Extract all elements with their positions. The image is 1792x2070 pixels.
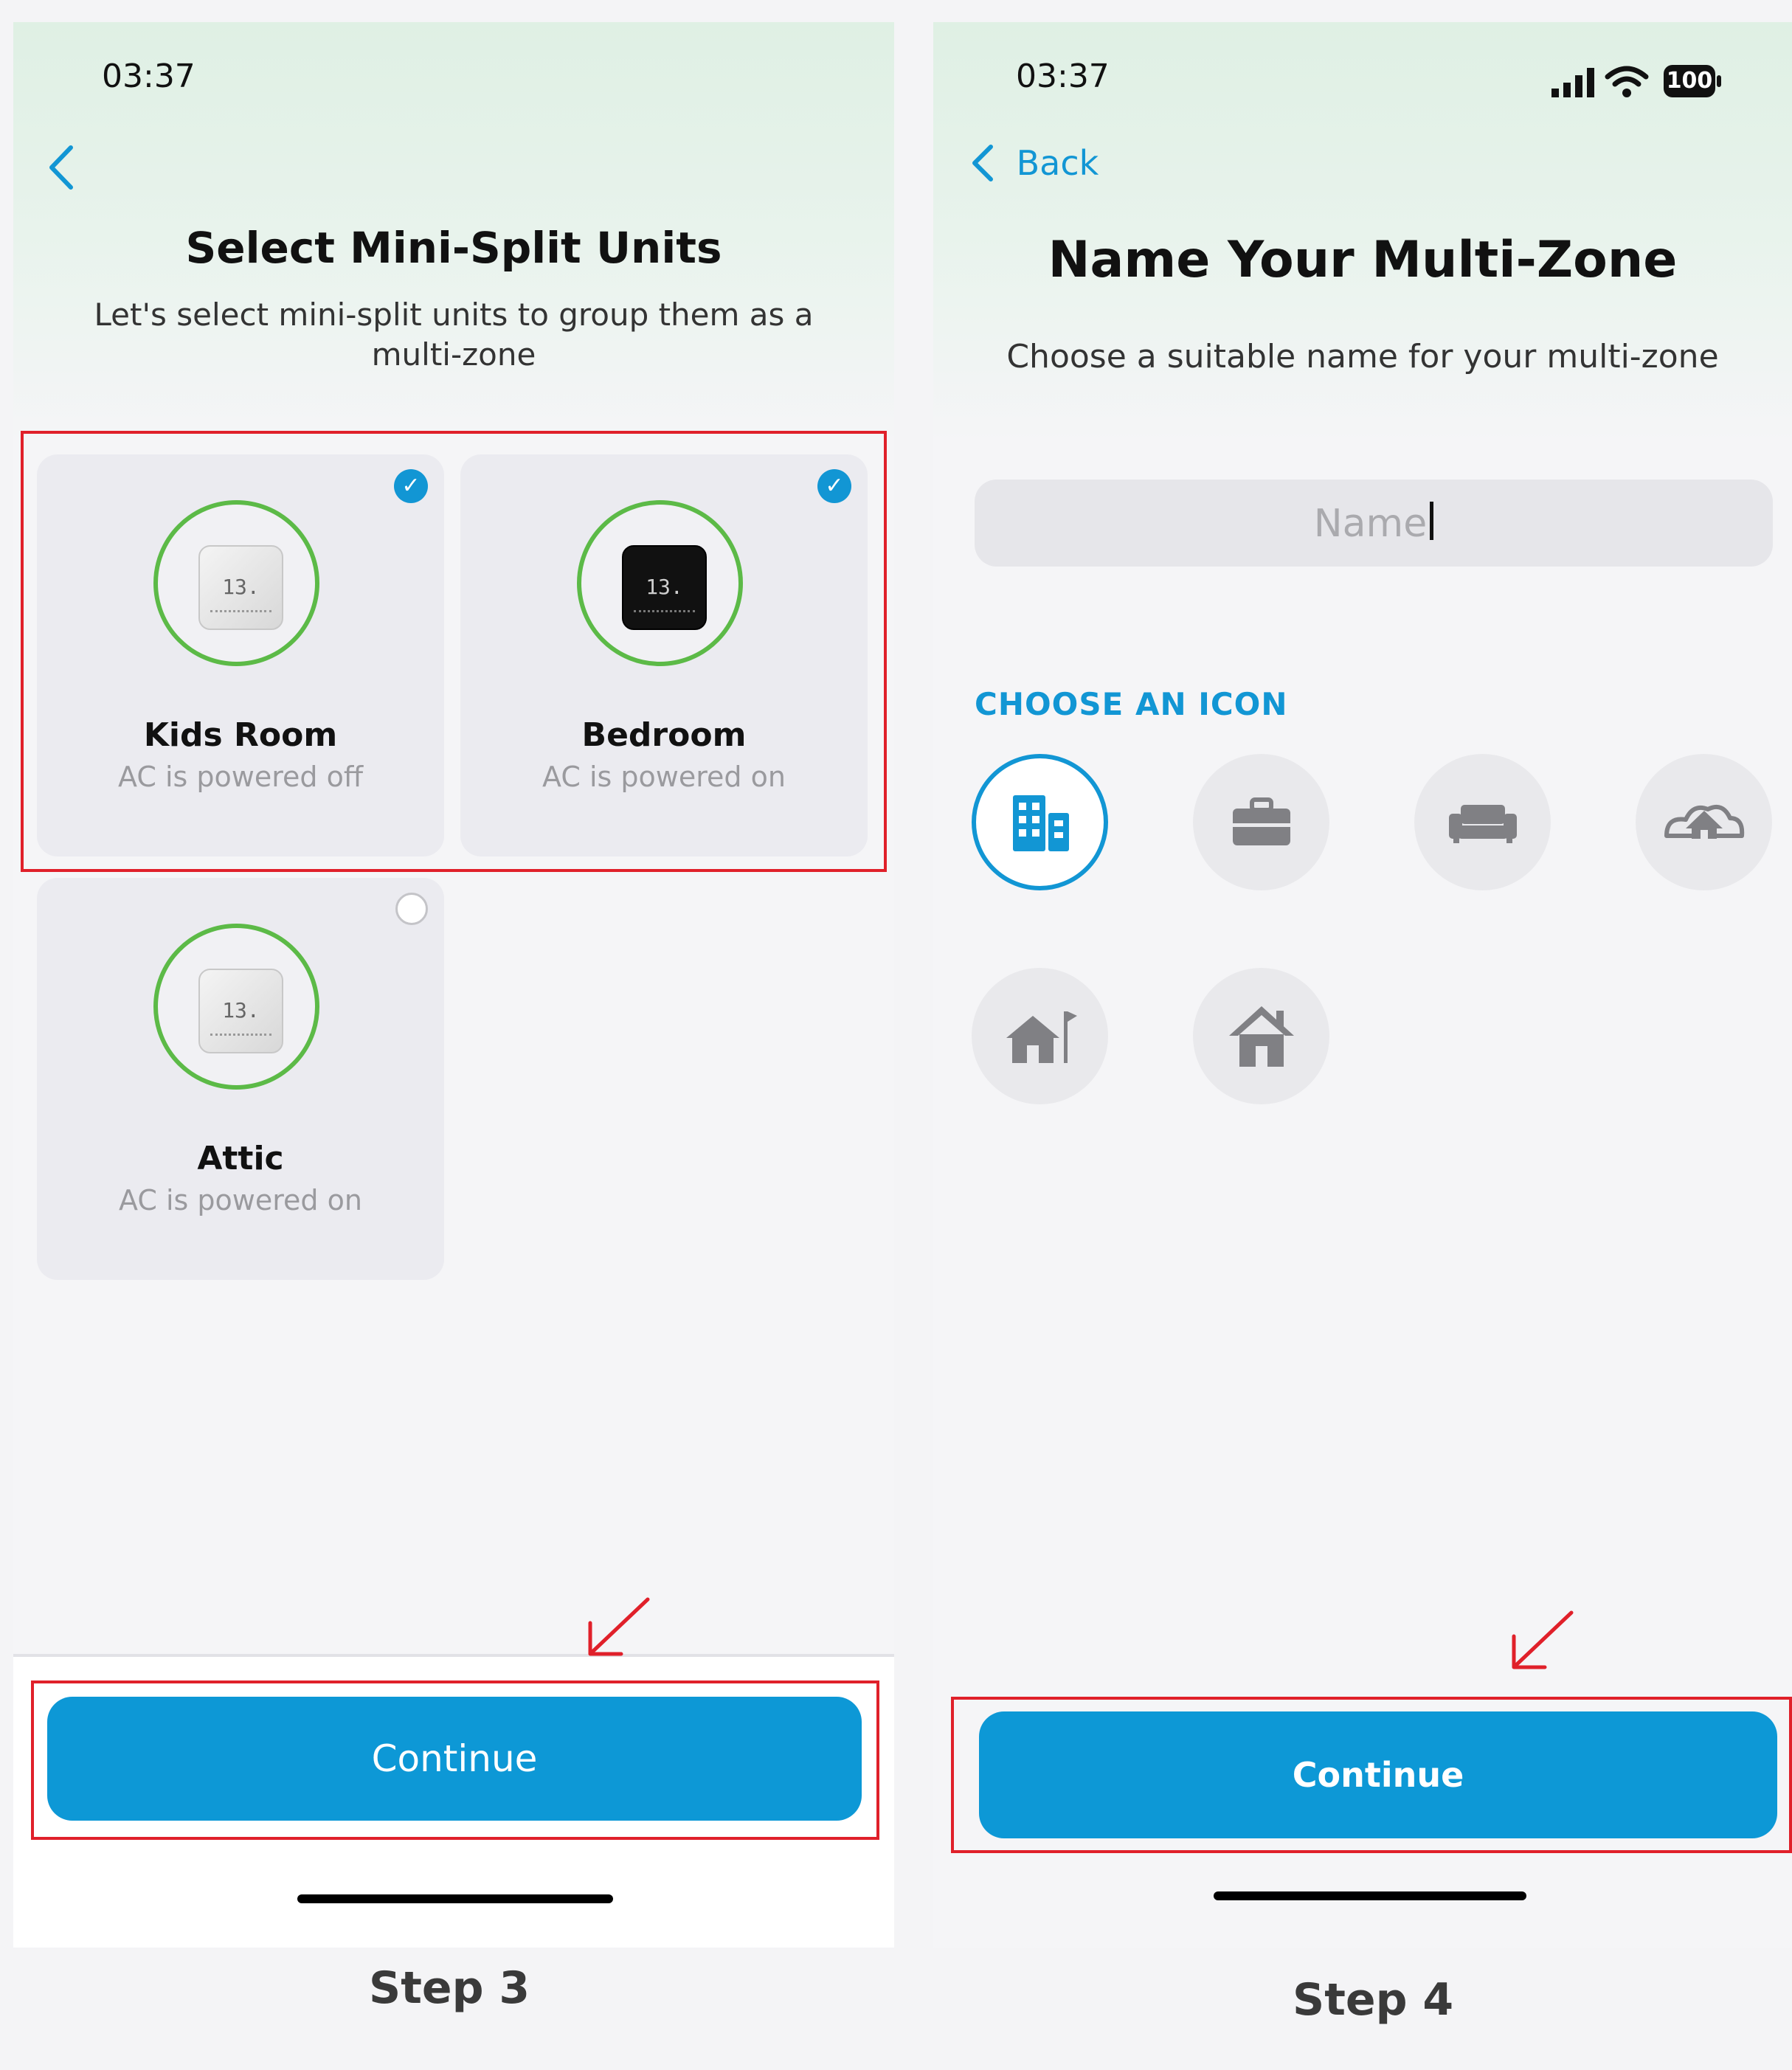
unit-name: Attic (197, 1140, 284, 1177)
home-indicator (1214, 1891, 1526, 1900)
cloud-house-icon[interactable] (1636, 754, 1772, 890)
arrow-icon (581, 1593, 655, 1663)
text-cursor (1430, 502, 1434, 540)
page-subtitle: Let's select mini-split units to group t… (94, 297, 814, 373)
house-flag-icon[interactable] (972, 968, 1108, 1104)
status-time: 03:37 (1016, 58, 1110, 95)
step4-screen: 03:37 100 Back Name Your Multi-Zone Choo… (933, 22, 1792, 1948)
choose-icon-label: CHOOSE AN ICON (975, 686, 1288, 722)
page-subtitle: Choose a suitable name for your multi-zo… (1006, 338, 1719, 375)
step4-label: Step 4 (1293, 1974, 1454, 2026)
continue-button[interactable]: Continue (979, 1711, 1777, 1838)
sofa-icon[interactable] (1414, 754, 1551, 890)
unit-status: AC is powered on (119, 1184, 362, 1216)
continue-button[interactable]: Continue (47, 1697, 862, 1821)
back-button[interactable]: Back (969, 140, 1099, 199)
battery-icon: 100 (1664, 65, 1723, 99)
battery-level: 100 (1664, 65, 1715, 97)
step3-screen: 03:37 Select Mini-Split Units Let's sele… (13, 22, 894, 1948)
chevron-left-icon[interactable] (44, 142, 89, 193)
page-title: Name Your Multi-Zone (1048, 231, 1678, 289)
status-time: 03:37 (102, 58, 196, 95)
radio-unchecked-icon[interactable] (395, 893, 428, 925)
step3-label: Step 3 (369, 1962, 530, 2014)
selection-highlight-box (21, 431, 887, 872)
building-icon[interactable] (972, 754, 1108, 890)
chevron-left-icon (972, 144, 993, 181)
briefcase-icon[interactable] (1193, 754, 1329, 890)
page-title: Select Mini-Split Units (185, 223, 722, 273)
arrow-icon (1505, 1607, 1579, 1676)
home-indicator (297, 1894, 613, 1903)
thermostat-icon: 13. (198, 969, 283, 1053)
unit-card-attic[interactable]: 13. Attic AC is powered on (37, 878, 444, 1280)
signal-icon (1550, 66, 1596, 99)
thermostat-ring: 13. (153, 924, 319, 1090)
name-input[interactable]: Name (975, 480, 1773, 567)
back-label: Back (1016, 142, 1099, 183)
wifi-icon (1605, 65, 1649, 99)
name-placeholder: Name (1313, 502, 1428, 546)
house-icon[interactable] (1193, 968, 1329, 1104)
